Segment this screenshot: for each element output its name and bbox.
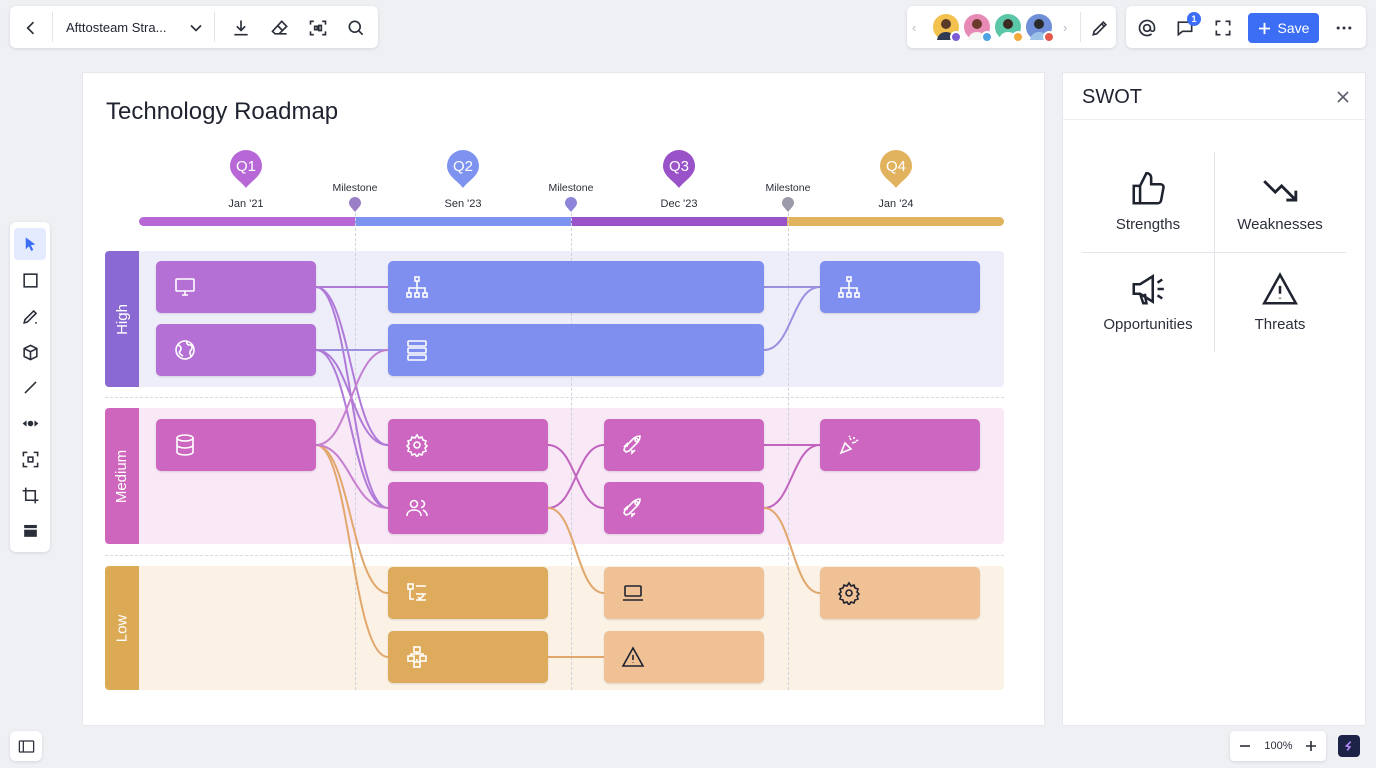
gear-icon bbox=[405, 433, 429, 457]
swot-panel-title: SWOT bbox=[1082, 86, 1142, 108]
org-chart-icon bbox=[407, 646, 427, 668]
roadmap-card-settings[interactable] bbox=[388, 419, 548, 471]
connector bbox=[763, 444, 821, 509]
roadmap-card-config[interactable] bbox=[820, 567, 980, 619]
connector bbox=[547, 444, 605, 509]
trend-down-icon bbox=[1263, 180, 1298, 202]
close-swot-button[interactable] bbox=[1333, 87, 1353, 107]
connector bbox=[547, 507, 605, 594]
roadmap-card-release[interactable] bbox=[820, 419, 980, 471]
globe-icon bbox=[175, 340, 195, 360]
app-logo-button[interactable] bbox=[1338, 735, 1360, 757]
plus-icon bbox=[1306, 741, 1316, 751]
toggle-sidebar-button[interactable] bbox=[10, 731, 42, 761]
swot-weaknesses-label: Weaknesses bbox=[1237, 216, 1323, 233]
users-icon bbox=[406, 499, 428, 517]
minus-icon bbox=[1240, 745, 1250, 747]
rocket-icon bbox=[623, 435, 641, 455]
roadmap-card-risk[interactable] bbox=[604, 631, 764, 683]
roadmap-card-tasks[interactable] bbox=[388, 567, 548, 619]
hierarchy-icon bbox=[406, 276, 428, 298]
roadmap-card-database[interactable] bbox=[156, 419, 316, 471]
roadmap-card-org[interactable] bbox=[388, 631, 548, 683]
roadmap-card-team[interactable] bbox=[388, 482, 548, 534]
roadmap-card-globe[interactable] bbox=[156, 324, 316, 376]
roadmap-card-laptop[interactable] bbox=[604, 567, 764, 619]
roadmap-card-launch[interactable] bbox=[604, 419, 764, 471]
party-popper-icon bbox=[839, 435, 859, 455]
zoom-out-button[interactable] bbox=[1237, 738, 1253, 754]
swot-threats-label: Threats bbox=[1254, 316, 1306, 333]
roadmap-card-network-q4[interactable] bbox=[820, 261, 980, 313]
zoom-level[interactable]: 100% bbox=[1262, 740, 1295, 752]
database-icon bbox=[176, 434, 194, 456]
connector bbox=[763, 286, 821, 351]
megaphone-icon bbox=[1132, 274, 1164, 305]
swot-opportunities-label: Opportunities bbox=[1103, 316, 1193, 333]
swot-strengths-label: Strengths bbox=[1115, 216, 1181, 233]
rocket-icon bbox=[623, 498, 641, 518]
swot-weaknesses[interactable]: Weaknesses bbox=[1214, 170, 1346, 233]
monitor-icon bbox=[175, 278, 195, 296]
swot-header-divider bbox=[1063, 119, 1365, 120]
zoom-in-button[interactable] bbox=[1303, 738, 1319, 754]
connector bbox=[763, 507, 821, 594]
connector bbox=[315, 349, 389, 509]
warning-icon bbox=[621, 646, 645, 667]
roadmap-card-launch-2[interactable] bbox=[604, 482, 764, 534]
close-icon bbox=[1337, 91, 1349, 103]
gear-icon bbox=[837, 581, 861, 605]
roadmap-card-desktop[interactable] bbox=[156, 261, 316, 313]
swot-threats[interactable]: Threats bbox=[1214, 270, 1346, 333]
laptop-icon bbox=[623, 585, 643, 601]
swot-opportunities[interactable]: Opportunities bbox=[1082, 270, 1214, 333]
task-list-icon bbox=[407, 583, 426, 601]
logo-icon bbox=[1344, 741, 1352, 751]
connector bbox=[315, 444, 389, 594]
hierarchy-icon bbox=[838, 276, 860, 298]
roadmap-card-network[interactable] bbox=[388, 261, 764, 313]
roadmap-card-server[interactable] bbox=[388, 324, 764, 376]
thumbs-up-icon bbox=[1132, 171, 1165, 205]
warning-icon bbox=[1262, 272, 1298, 305]
sidebar-icon bbox=[18, 739, 34, 753]
swot-strengths[interactable]: Strengths bbox=[1082, 170, 1214, 233]
zoom-control: 100% bbox=[1230, 731, 1326, 761]
server-icon bbox=[407, 340, 427, 361]
connector bbox=[315, 286, 389, 446]
swot-grid-divider bbox=[1082, 252, 1346, 253]
